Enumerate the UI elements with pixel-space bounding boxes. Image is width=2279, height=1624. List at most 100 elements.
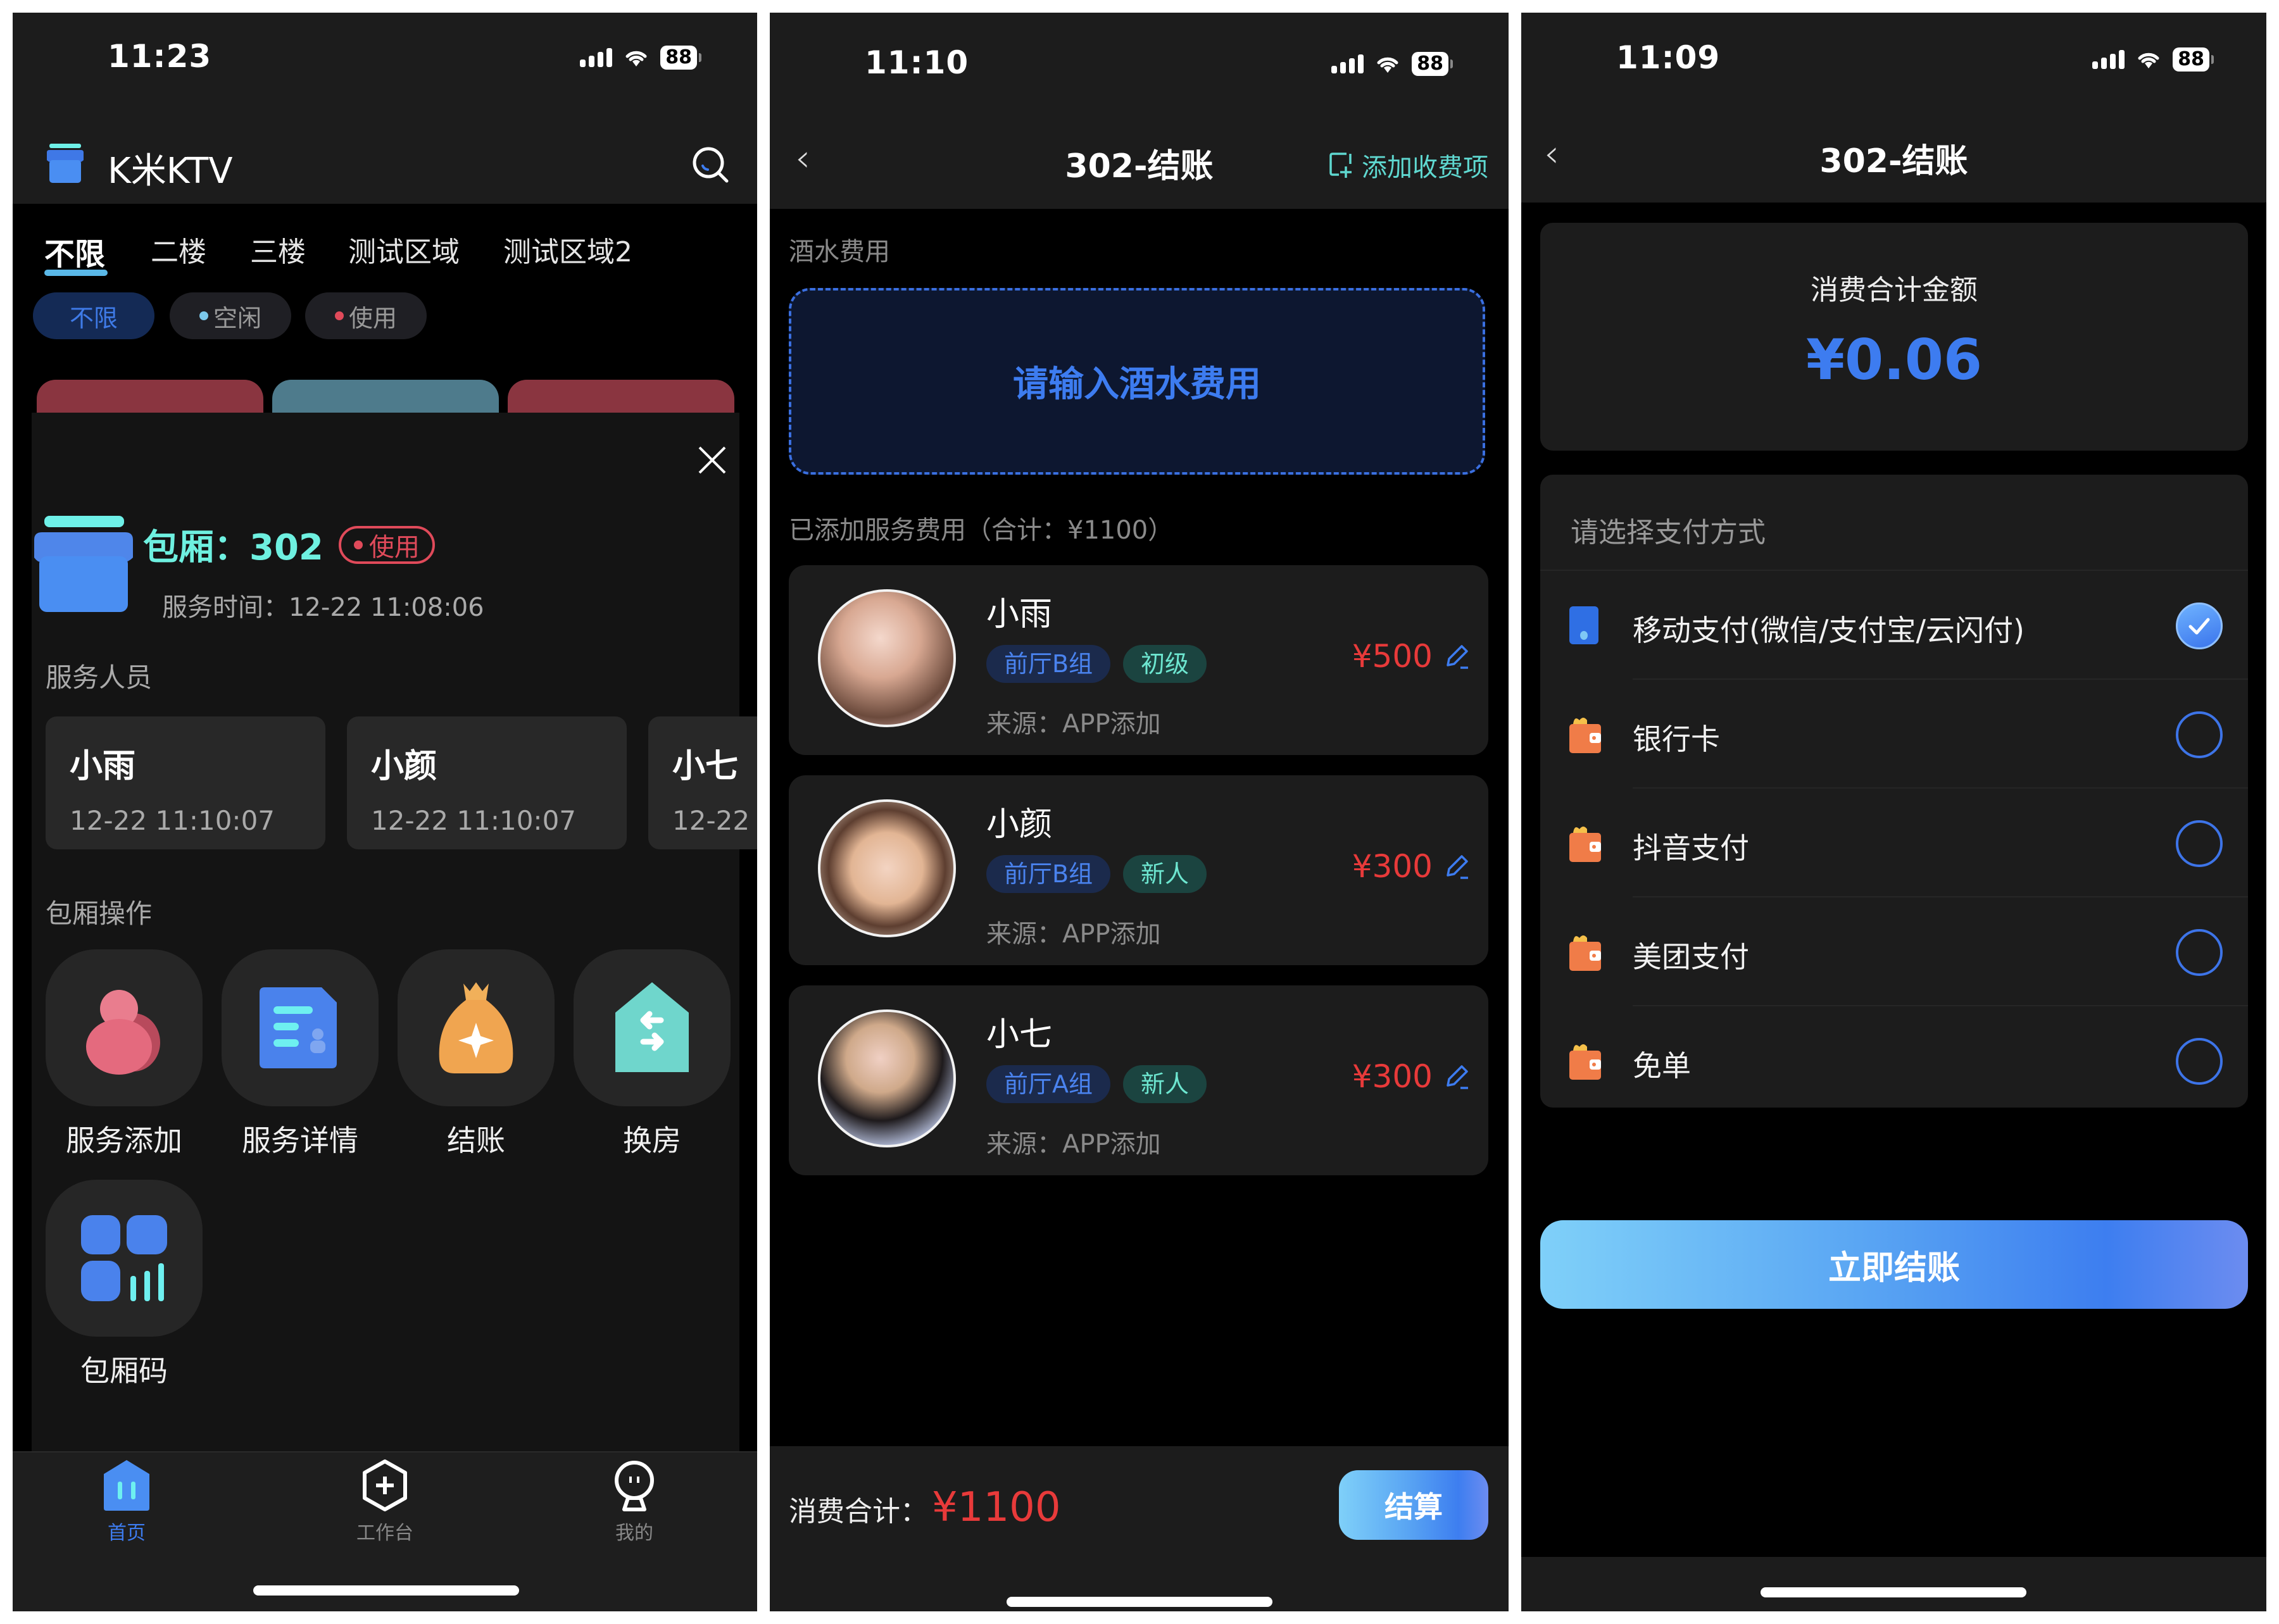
staff-name: 小颜 [371, 747, 437, 785]
tab-area-floor3[interactable]: 三楼 [250, 229, 306, 270]
filter-chip-label: 使用 [348, 304, 397, 332]
room-code-icon [81, 1215, 167, 1301]
radio-unselected[interactable] [2176, 711, 2223, 758]
tab-mine[interactable]: 我的 [571, 1459, 698, 1545]
payment-option-douyin[interactable]: 抖音支付 [1540, 789, 2248, 897]
drink-section-title: 酒水费用 [789, 237, 890, 266]
payment-screen: 11:09 88 ‹ 302-结账 消费合计金额 ¥0.06 请选择支付方式 移… [1521, 13, 2266, 1611]
filter-chip-label: 不限 [69, 304, 118, 332]
room-store-icon [34, 516, 133, 612]
staff-avatar [818, 589, 956, 727]
filter-chip-idle[interactable]: 空闲 [170, 292, 291, 339]
amount-label: 消费合计金额 [1811, 274, 1978, 306]
op-service-detail[interactable]: 服务详情 [222, 949, 379, 1159]
edit-pencil-icon[interactable] [1443, 642, 1471, 670]
service-price: ¥300 [1352, 1058, 1433, 1095]
edit-pencil-icon[interactable] [1443, 1063, 1471, 1090]
op-change-room[interactable]: 换房 [574, 949, 731, 1159]
tab-area-test[interactable]: 测试区域 [348, 229, 460, 270]
person-add-icon [86, 990, 160, 1075]
status-dot-icon [353, 540, 363, 549]
tab-label: 我的 [615, 1522, 653, 1544]
service-source: 来源：APP添加 [986, 920, 1161, 949]
staff-name: 小雨 [70, 747, 136, 785]
staff-card[interactable]: 小雨 12-22 11:10:07 [46, 716, 325, 849]
settle-button-label: 结算 [1384, 1490, 1443, 1524]
status-badge: 使用 [338, 525, 435, 564]
status-bar: 11:10 88 ‹ 302-结账 添加收费项 [770, 13, 1509, 209]
tab-label: 工作台 [356, 1522, 413, 1544]
payment-option-meituan[interactable]: 美团支付 [1540, 897, 2248, 1006]
tab-home[interactable]: 首页 [63, 1459, 190, 1545]
op-room-code[interactable]: 包厢码 [46, 1180, 203, 1390]
wallet-icon [1569, 935, 1601, 971]
workbench-plus-icon [363, 1459, 407, 1511]
service-staff-name: 小七 [986, 1016, 1053, 1054]
op-checkout[interactable]: 结账 [398, 949, 555, 1159]
drink-fee-input[interactable]: 请输入酒水费用 [789, 288, 1485, 475]
ops-section-title: 包厢操作 [46, 898, 153, 929]
radio-unselected[interactable] [2176, 820, 2223, 867]
payment-option-mobile[interactable]: 移动支付(微信/支付宝/云闪付) [1540, 571, 2248, 680]
staff-time: 12-22 11:10:07 [371, 805, 577, 836]
pay-now-label: 立即结账 [1828, 1249, 1960, 1287]
add-fee-label: 添加收费项 [1362, 153, 1488, 182]
add-item-icon [1329, 153, 1352, 178]
add-fee-button[interactable]: 添加收费项 [1329, 147, 1488, 184]
tab-workbench[interactable]: 工作台 [322, 1459, 448, 1545]
wallet-icon [1569, 1044, 1601, 1080]
staff-card[interactable]: 小七 12-22 [648, 716, 757, 849]
payment-option-label: 抖音支付 [1633, 831, 1749, 865]
level-tag: 新人 [1123, 1065, 1207, 1103]
document-detail-icon [260, 987, 337, 1068]
filter-chip-in-use[interactable]: 使用 [305, 292, 427, 339]
search-icon[interactable] [690, 144, 732, 186]
status-time: 11:09 [1616, 39, 1721, 76]
settle-button[interactable]: 结算 [1339, 1470, 1488, 1540]
radio-selected[interactable] [2176, 603, 2223, 649]
service-fee-card: 小七 前厅A组 新人 来源：APP添加 ¥300 [789, 985, 1488, 1175]
service-source: 来源：APP添加 [986, 1130, 1161, 1159]
tab-area-test2[interactable]: 测试区域2 [503, 229, 632, 270]
radio-unselected[interactable] [2176, 929, 2223, 976]
edit-pencil-icon[interactable] [1443, 853, 1471, 880]
radio-unselected[interactable] [2176, 1038, 2223, 1085]
service-fee-card: 小颜 前厅B组 新人 来源：APP添加 ¥300 [789, 775, 1488, 965]
service-price: ¥300 [1352, 848, 1433, 885]
payment-option-label: 美团支付 [1633, 940, 1749, 974]
wifi-icon [625, 51, 647, 66]
tab-area-all[interactable]: 不限 [44, 229, 105, 273]
op-label: 包厢码 [80, 1354, 168, 1388]
area-tabs: 不限 二楼 三楼 测试区域 测试区域2 [13, 216, 757, 286]
home-screen: 11:23 88 K米KTV 不限 二楼 三楼 测试区域 测试区域2 不限 空闲… [13, 13, 757, 1611]
store-logo-icon [47, 144, 84, 183]
home-icon [104, 1460, 149, 1511]
filter-chip-label: 空闲 [213, 304, 261, 332]
staff-avatar [818, 1009, 956, 1147]
level-tag: 新人 [1123, 855, 1207, 893]
tab-area-floor2[interactable]: 二楼 [151, 229, 206, 270]
pay-now-button[interactable]: 立即结账 [1540, 1220, 2248, 1309]
op-service-add[interactable]: 服务添加 [46, 949, 203, 1159]
service-time: 服务时间：12-22 11:08:06 [162, 593, 484, 622]
group-tag: 前厅A组 [986, 1065, 1110, 1103]
staff-name: 小七 [672, 747, 739, 785]
service-staff-name: 小颜 [986, 806, 1053, 844]
close-icon[interactable] [696, 444, 728, 476]
staff-time: 12-22 [672, 805, 750, 836]
payment-option-bank-card[interactable]: 银行卡 [1540, 680, 2248, 789]
payment-method-card: 请选择支付方式 移动支付(微信/支付宝/云闪付) 银行卡 抖音支付 美团支付 免… [1540, 475, 2248, 1108]
home-indicator [253, 1585, 519, 1596]
idle-dot-icon [199, 311, 208, 320]
page-title: 302-结账 [1819, 142, 1968, 180]
staff-card[interactable]: 小颜 12-22 11:10:07 [347, 716, 627, 849]
wifi-icon [1377, 57, 1398, 73]
status-time: 11:10 [865, 44, 969, 81]
op-label: 服务详情 [242, 1123, 358, 1158]
group-tag: 前厅B组 [986, 855, 1111, 893]
total-label: 消费合计： [789, 1496, 928, 1528]
filter-chip-all[interactable]: 不限 [33, 292, 154, 339]
battery-indicator: 88 [660, 46, 701, 70]
service-section-title: 已添加服务费用（合计：¥1100） [789, 516, 1174, 545]
payment-option-free[interactable]: 免单 [1540, 1006, 2248, 1115]
